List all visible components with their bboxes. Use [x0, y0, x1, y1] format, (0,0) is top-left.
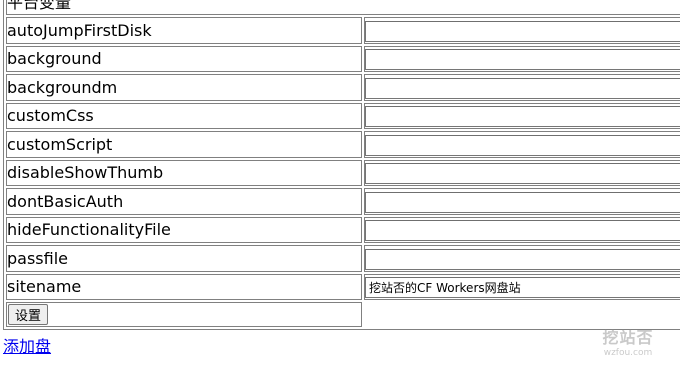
- watermark-sub: wzfou.com: [603, 348, 653, 358]
- watermark-logo: 挖站否 wzfou.com: [590, 328, 666, 359]
- backgroundm-input[interactable]: [365, 77, 680, 99]
- table-row: customCss: [6, 102, 680, 129]
- submit-row: 设置: [6, 301, 680, 327]
- table-row: autoJumpFirstDisk: [6, 17, 680, 44]
- row-label: hideFunctionalityFile: [6, 216, 362, 243]
- set-button[interactable]: 设置: [8, 303, 49, 325]
- customscript-input[interactable]: [365, 134, 680, 156]
- background-input[interactable]: [365, 49, 680, 70]
- row-label: background: [6, 45, 362, 72]
- platform-variables-table: 平台变量 autoJumpFirstDisk background backgr…: [3, 0, 680, 330]
- row-label: sitename: [6, 273, 362, 300]
- table-row: passfile: [6, 245, 680, 272]
- row-label: passfile: [6, 245, 362, 272]
- row-label: customCss: [6, 102, 362, 129]
- add-disk-link[interactable]: 添加盘: [3, 337, 51, 357]
- row-label: backgroundm: [6, 74, 362, 101]
- page: 平台变量 autoJumpFirstDisk background backgr…: [0, 0, 680, 366]
- row-label: autoJumpFirstDisk: [6, 17, 362, 44]
- table-row: backgroundm: [6, 74, 680, 101]
- row-label: dontBasicAuth: [6, 188, 362, 215]
- dontbasicauth-input[interactable]: [365, 191, 680, 213]
- table-row: dontBasicAuth: [6, 188, 680, 215]
- row-label: customScript: [6, 131, 362, 158]
- customcss-input[interactable]: [365, 106, 680, 127]
- passfile-input[interactable]: [365, 248, 680, 270]
- watermark-main: 挖站否: [602, 328, 654, 347]
- table-row: background: [6, 45, 680, 72]
- table-row: customScript: [6, 131, 680, 158]
- sitename-input[interactable]: [365, 276, 680, 298]
- hidefunctionalityfile-input[interactable]: [365, 220, 680, 241]
- table-caption: 平台变量: [6, 0, 680, 15]
- autojumpfirstdisk-input[interactable]: [365, 20, 680, 42]
- table-caption-row: 平台变量: [6, 0, 680, 15]
- disableshowthumb-input[interactable]: [365, 163, 680, 184]
- table-row: disableShowThumb: [6, 159, 680, 186]
- table-row: sitename: [6, 273, 680, 300]
- table-row: hideFunctionalityFile: [6, 216, 680, 243]
- row-label: disableShowThumb: [6, 159, 362, 186]
